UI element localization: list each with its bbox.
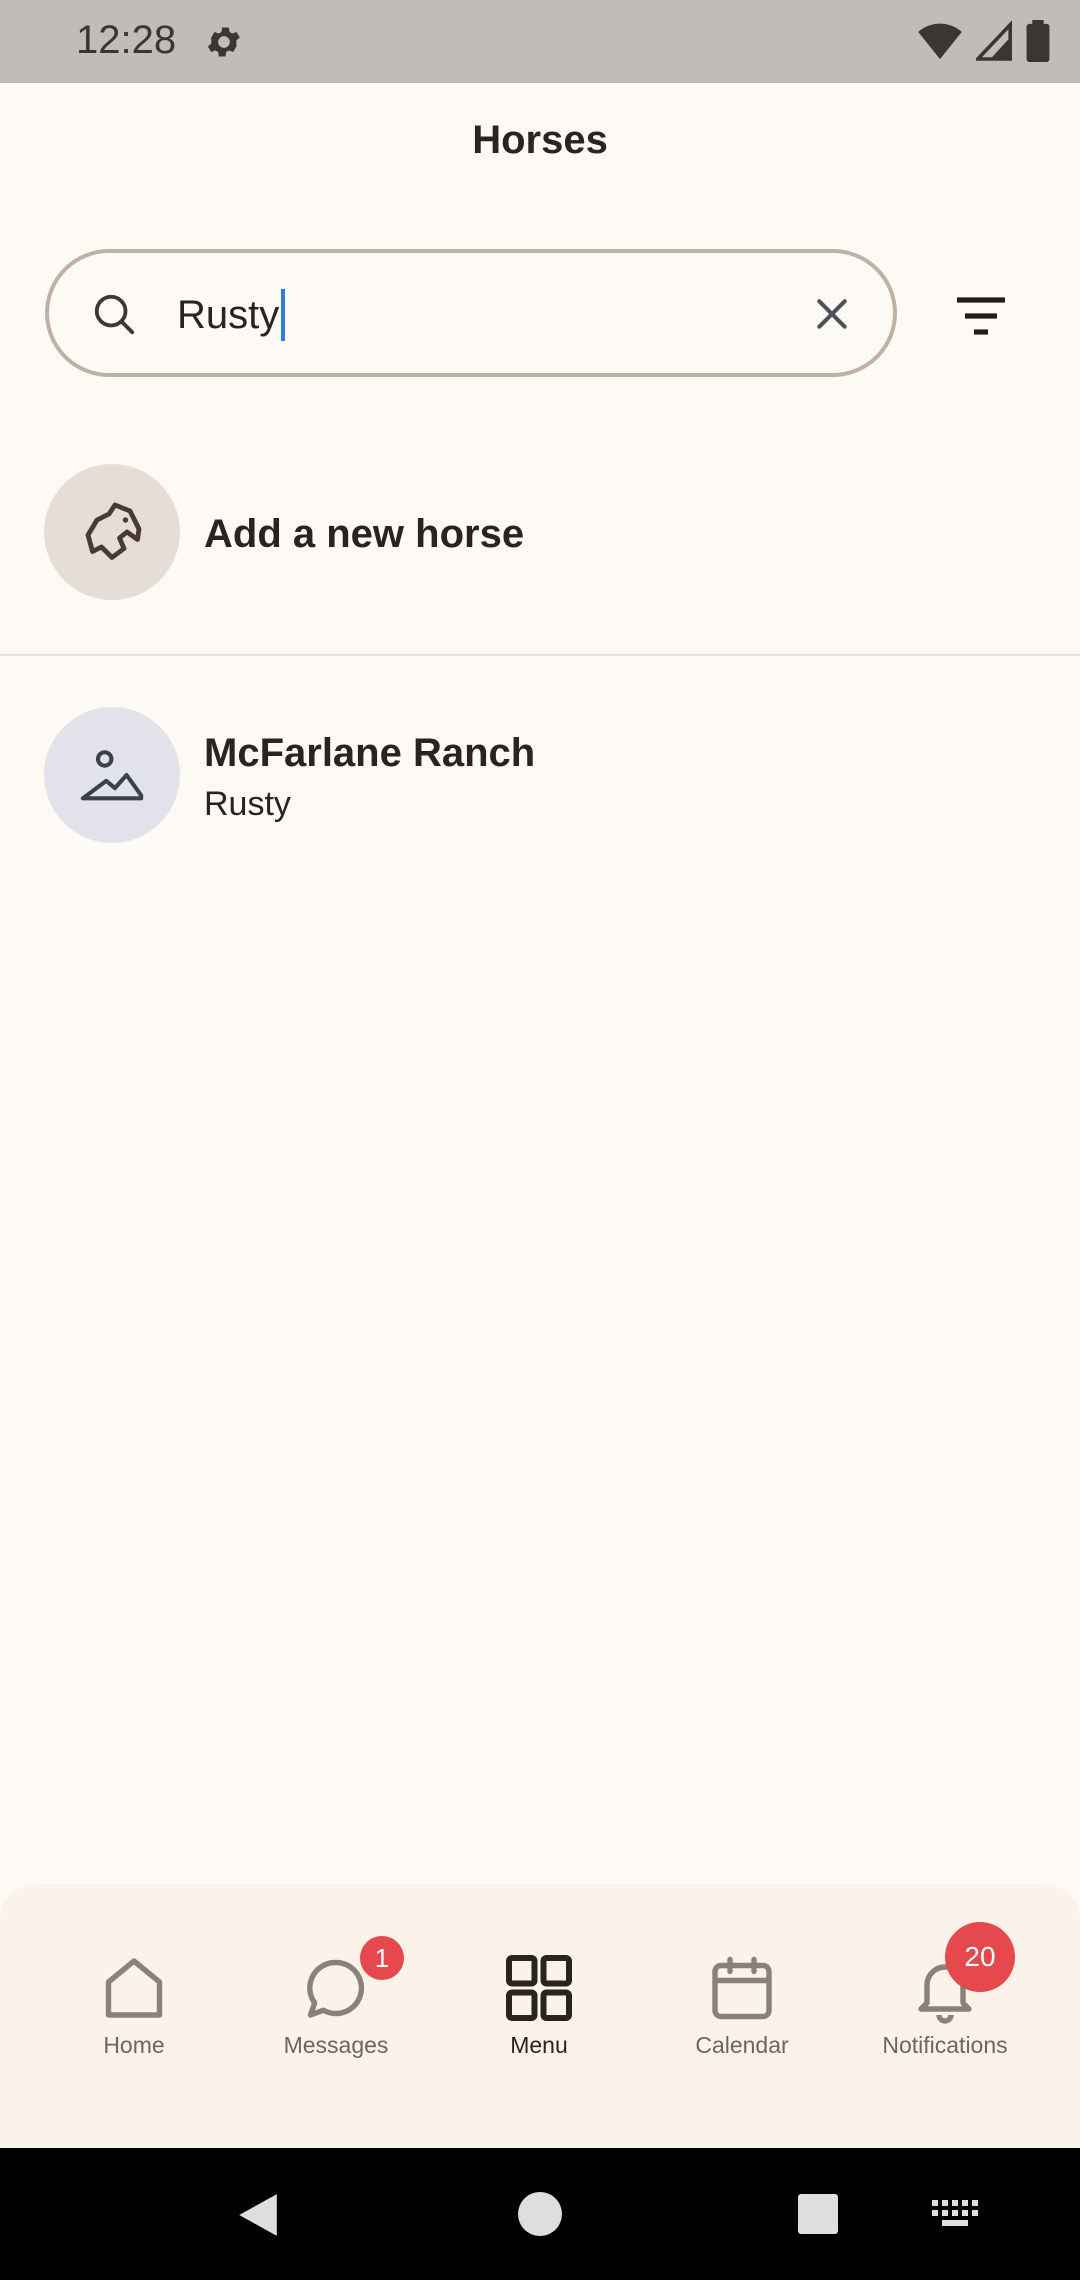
- result-title: McFarlane Ranch: [204, 731, 536, 775]
- nav-item-menu[interactable]: Menu: [431, 1884, 647, 2148]
- horse-head-icon: [85, 502, 142, 560]
- search-input[interactable]: Rusty: [177, 289, 286, 341]
- nav-label-home: Home: [103, 2032, 165, 2058]
- search-value: Rusty: [177, 292, 280, 337]
- home-icon: [105, 1958, 163, 2018]
- recents-icon[interactable]: [798, 2194, 838, 2234]
- status-bar: 12:28: [0, 0, 1080, 83]
- gear-icon: [207, 27, 240, 57]
- list-item[interactable]: McFarlane Ranch Rusty: [0, 707, 1080, 847]
- nav-item-messages[interactable]: 1 Messages: [228, 1884, 444, 2148]
- nav-item-home[interactable]: Home: [26, 1884, 242, 2148]
- add-horse-item[interactable]: Add a new horse: [0, 464, 1080, 608]
- divider: [0, 654, 1080, 656]
- horse-avatar: [44, 464, 180, 600]
- signal-icon: [976, 21, 1012, 61]
- search-field[interactable]: Rusty: [45, 249, 897, 377]
- text-caret: [281, 289, 286, 341]
- status-icons: [918, 20, 1050, 62]
- keyboard-icon[interactable]: [932, 2200, 980, 2230]
- bottom-nav: Home 1 Messages Menu Calendar 20 Notific…: [0, 1884, 1080, 2148]
- home-circle-icon[interactable]: [518, 2192, 562, 2236]
- add-horse-label: Add a new horse: [204, 512, 525, 556]
- clear-icon[interactable]: [813, 295, 851, 333]
- nav-label-notifications: Notifications: [882, 2032, 1008, 2058]
- nav-item-notifications[interactable]: 20 Notifications: [837, 1884, 1053, 2148]
- system-nav-bar: [0, 2148, 1080, 2280]
- result-subtitle: Rusty: [204, 785, 291, 823]
- nav-label-messages: Messages: [283, 2032, 389, 2058]
- status-time: 12:28: [76, 18, 177, 62]
- wifi-icon: [918, 23, 962, 60]
- battery-icon: [1026, 20, 1050, 62]
- nav-label-menu: Menu: [510, 2032, 568, 2058]
- filter-icon[interactable]: [955, 296, 1007, 336]
- ranch-avatar: [44, 707, 180, 843]
- page-title: Horses: [472, 118, 608, 162]
- grid-icon: [506, 1955, 572, 2021]
- image-placeholder-icon: [80, 750, 144, 801]
- messages-badge: 1: [360, 1936, 404, 1980]
- calendar-icon: [712, 1956, 772, 2020]
- nav-item-calendar[interactable]: Calendar: [634, 1884, 850, 2148]
- search-icon: [94, 294, 135, 335]
- notifications-badge: 20: [945, 1922, 1015, 1992]
- back-icon[interactable]: [236, 2192, 280, 2238]
- nav-label-calendar: Calendar: [695, 2032, 789, 2058]
